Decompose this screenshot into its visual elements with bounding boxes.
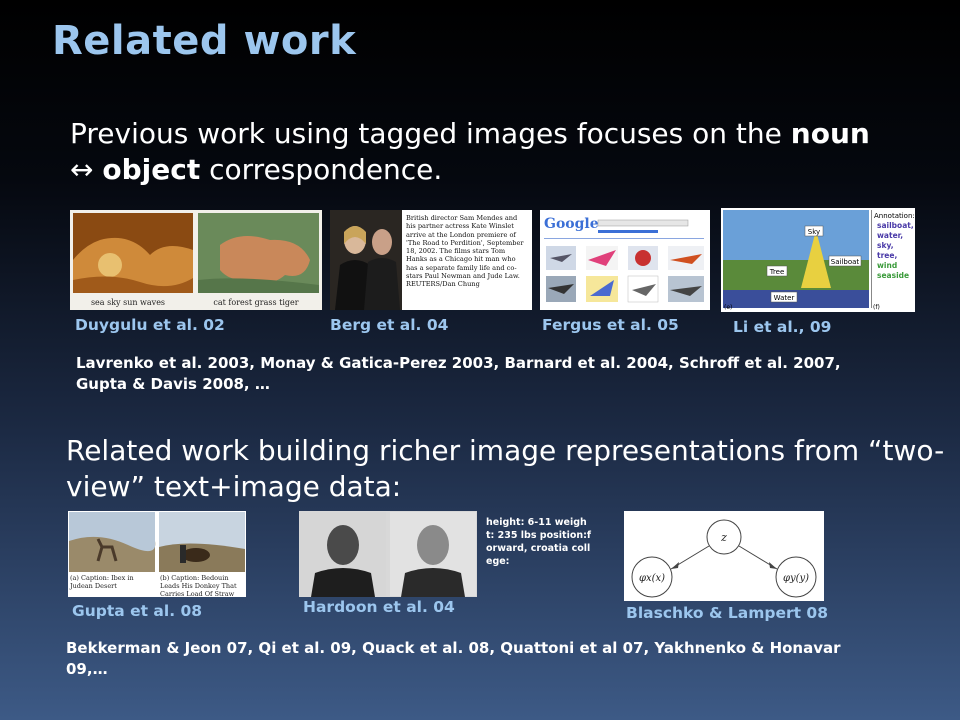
berg-image: British director Sam Mendes and his part… — [330, 210, 532, 310]
node-phi-x: φx(x) — [639, 573, 665, 584]
node-z: z — [720, 531, 727, 544]
caption-duygulu: Duygulu et al. 02 — [75, 316, 225, 334]
li-corner-f: (f) — [873, 304, 880, 311]
duygulu-image: sea sky sun waves cat forest grass tiger — [70, 210, 322, 310]
li-label-tree: Tree — [769, 268, 785, 276]
intro-text-start: Previous work using tagged images focuse… — [70, 117, 791, 150]
li-annotation-word-2: sky, — [877, 241, 894, 250]
li-annotation-word-4: wind — [877, 261, 897, 270]
correspondence-arrow: ↔ — [70, 153, 103, 186]
two-view-paragraph: Related work building richer image repre… — [66, 434, 945, 503]
caption-fergus: Fergus et al. 05 — [542, 316, 679, 334]
fergus-image: Google — [540, 210, 710, 310]
caption-blaschko: Blaschko & Lampert 08 — [626, 604, 828, 622]
blaschko-diagram: z φx(x) φy(y) — [624, 511, 824, 601]
references-second-group: Bekkerman & Jeon 07, Qi et al. 09, Quack… — [66, 639, 841, 678]
li-image: Sky Tree Sailboat Water Annotation: sail… — [721, 208, 915, 312]
li-annotation-title: Annotation: — [874, 212, 915, 220]
gupta-caption-a: (a) Caption: Ibex in Judean Desert — [70, 574, 134, 590]
li-annotation-word-1: water, — [877, 231, 903, 240]
gupta-image: (a) Caption: Ibex in Judean Desert (b) C… — [68, 511, 246, 597]
intro-text-end: correspondence. — [200, 153, 443, 186]
noun-term: noun — [790, 117, 870, 150]
caption-hardoon: Hardoon et al. 04 — [303, 598, 455, 616]
duygulu-words-left: sea sky sun waves — [91, 298, 165, 307]
li-annotation-word-3: tree, — [877, 251, 897, 260]
google-logo: Google — [544, 216, 599, 232]
li-label-water: Water — [774, 294, 795, 302]
hardoon-image — [299, 511, 477, 597]
node-phi-y: φy(y) — [783, 573, 809, 584]
berg-caption-text: British director Sam Mendes and his part… — [406, 214, 524, 289]
caption-li: Li et al., 09 — [733, 318, 832, 336]
li-label-sailboat: Sailboat — [831, 258, 860, 266]
duygulu-words-right: cat forest grass tiger — [213, 298, 298, 307]
gupta-caption-b: (b) Caption: Bedouin Leads His Donkey Th… — [160, 574, 237, 597]
intro-paragraph: Previous work using tagged images focuse… — [70, 116, 890, 188]
caption-berg: Berg et al. 04 — [330, 316, 449, 334]
object-term: object — [102, 153, 201, 186]
li-annotation-word-5: seaside — [877, 271, 909, 280]
li-label-sky: Sky — [808, 228, 820, 236]
slide-title: Related work — [52, 18, 357, 64]
li-annotation-word-0: sailboat, — [877, 221, 914, 230]
hardoon-note: height: 6-11 weight: 235 lbs position:fo… — [486, 517, 592, 567]
references-first-group: Lavrenko et al. 2003, Monay & Gatica-Per… — [76, 354, 841, 393]
li-corner-e: (e) — [724, 304, 732, 311]
caption-gupta: Gupta et al. 08 — [72, 602, 203, 620]
